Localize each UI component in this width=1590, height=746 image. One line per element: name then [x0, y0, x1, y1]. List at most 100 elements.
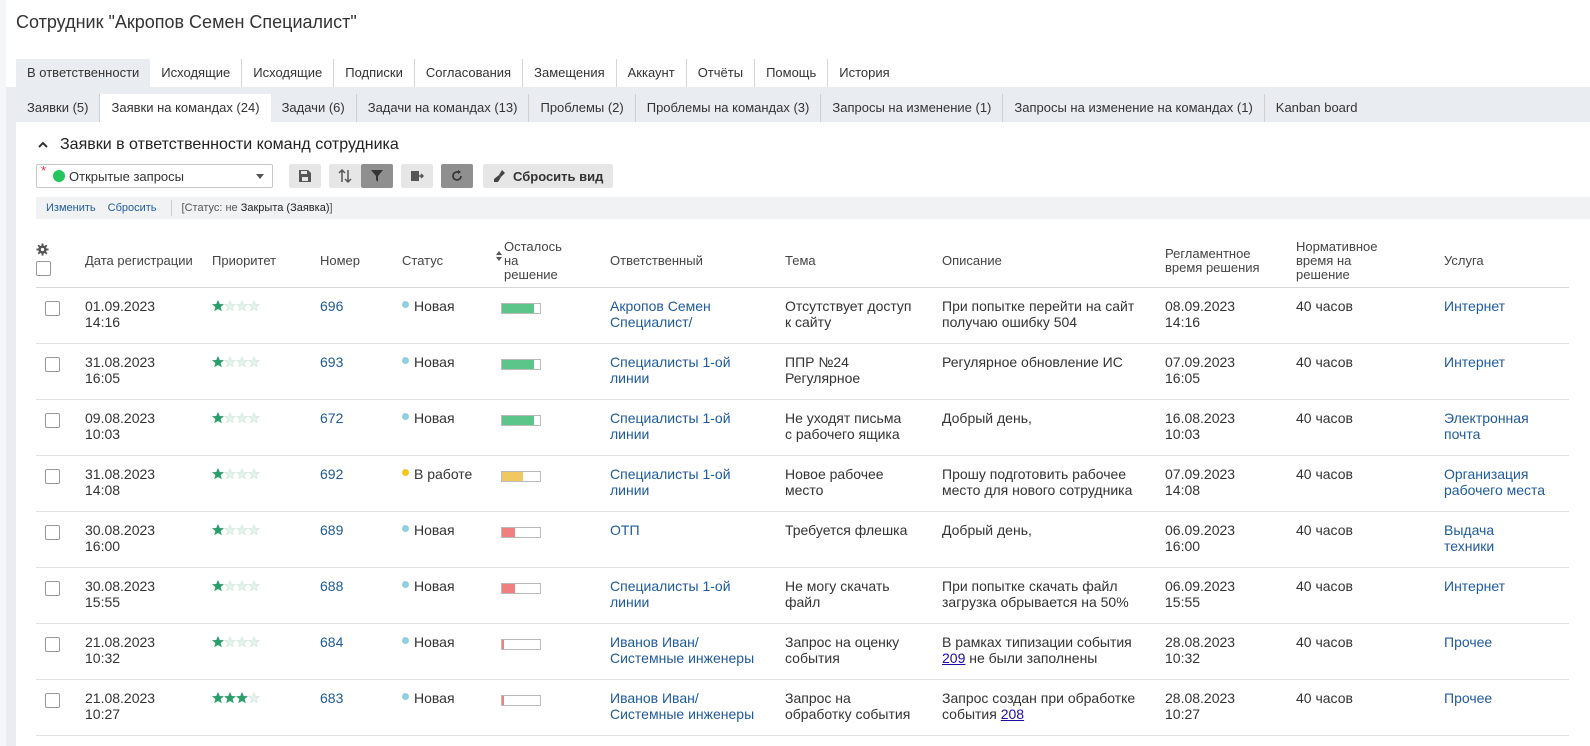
- tab-sub-8[interactable]: Kanban board: [1265, 94, 1369, 122]
- cell-select: [36, 623, 85, 680]
- row-checkbox[interactable]: [45, 300, 60, 316]
- filter-select[interactable]: * Открытые запросы: [36, 163, 273, 188]
- section-header[interactable]: Заявки в ответственности команд сотрудни…: [36, 136, 399, 154]
- request-number-link[interactable]: 684: [320, 634, 343, 650]
- responsible-link[interactable]: Специалисты 1-ой линии: [610, 466, 785, 498]
- description-prefix: события: [942, 705, 1001, 722]
- request-number-link[interactable]: 693: [320, 354, 343, 370]
- cell-number: 696: [320, 287, 402, 344]
- change-filter-link[interactable]: Изменить: [46, 202, 96, 214]
- subject-line-2: к сайту: [785, 313, 832, 330]
- cell-date: 30.08.2023 15:55: [85, 567, 212, 624]
- responsible-link[interactable]: Акропов Семен Специалист/: [610, 298, 785, 330]
- row-checkbox[interactable]: [45, 580, 60, 596]
- service-link[interactable]: Интернет: [1444, 578, 1569, 594]
- service-link[interactable]: Прочее: [1444, 690, 1569, 706]
- table-row[interactable]: 31.08.2023 14:08 692 В работе Специалисты 1-…: [36, 455, 1569, 512]
- tab-main-5[interactable]: Замещения: [523, 59, 617, 87]
- tab-main-0[interactable]: В ответственности: [16, 59, 151, 87]
- column-description[interactable]: Описание: [942, 235, 1165, 288]
- tab-sub-7[interactable]: Запросы на изменение на командах (1): [1003, 94, 1265, 122]
- tab-sub-1[interactable]: Заявки на командах (24): [100, 94, 271, 122]
- registration-time: 10:32: [85, 649, 121, 666]
- reset-filter-link[interactable]: Сбросить: [108, 202, 157, 214]
- row-checkbox[interactable]: [45, 412, 60, 428]
- responsible-link[interactable]: Специалисты 1-ой линии: [610, 578, 785, 610]
- row-checkbox[interactable]: [45, 468, 60, 484]
- star-empty-icon: [224, 523, 236, 535]
- responsible-link[interactable]: Специалисты 1-ой линии: [610, 354, 785, 386]
- tab-main-7[interactable]: Отчёты: [687, 59, 756, 87]
- tab-sub-0[interactable]: Заявки (5): [16, 94, 101, 122]
- responsible-link[interactable]: Иванов Иван/Системные инженеры: [610, 634, 785, 666]
- service-link[interactable]: Выдача техники: [1444, 522, 1569, 554]
- cell-norm: 40 часов: [1296, 679, 1444, 736]
- column-remaining[interactable]: Осталось на решение: [496, 235, 610, 288]
- refresh-button[interactable]: [441, 164, 473, 188]
- row-checkbox[interactable]: [45, 524, 60, 540]
- request-number-link[interactable]: 689: [320, 522, 343, 538]
- registration-date: 30.08.2023: [85, 577, 156, 594]
- service-link[interactable]: Интернет: [1444, 354, 1569, 370]
- cell-number: 693: [320, 343, 402, 400]
- column-norm[interactable]: Нормативное время на решение: [1296, 235, 1444, 288]
- tab-main-6[interactable]: Аккаунт: [617, 59, 687, 87]
- gear-icon[interactable]: [36, 243, 49, 256]
- time-remaining-fill: [502, 695, 504, 705]
- tab-main-4[interactable]: Согласования: [415, 59, 524, 87]
- column-number[interactable]: Номер: [320, 235, 402, 288]
- select-all-checkbox[interactable]: [36, 260, 51, 276]
- cell-subject: ППР №24 Регулярное: [785, 343, 942, 400]
- event-link[interactable]: 208: [1001, 706, 1024, 722]
- service-link[interactable]: Электронная почта: [1444, 410, 1569, 442]
- table-row[interactable]: 30.08.2023 15:55 688 Новая Специалисты 1-ой л…: [36, 567, 1569, 624]
- table-row[interactable]: 01.09.2023 14:16 696 Новая Акропов Семен Спец…: [36, 287, 1569, 344]
- responsible-link[interactable]: Иванов Иван/Системные инженеры: [610, 690, 785, 722]
- tab-main-1[interactable]: Исходящие: [150, 59, 243, 87]
- tab-main-3[interactable]: Подписки: [334, 59, 415, 87]
- service-link[interactable]: Прочее: [1444, 634, 1569, 650]
- row-checkbox[interactable]: [45, 692, 60, 708]
- filter-button[interactable]: [361, 164, 393, 188]
- responsible-link[interactable]: ОТП: [610, 522, 785, 538]
- deadline-time: 15:55: [1165, 593, 1201, 610]
- export-button[interactable]: [401, 164, 433, 188]
- tab-sub-2[interactable]: Задачи (6): [271, 94, 357, 122]
- request-number-link[interactable]: 672: [320, 410, 343, 426]
- row-checkbox[interactable]: [45, 356, 60, 372]
- column-subject[interactable]: Тема: [785, 235, 942, 288]
- chevron-up-icon[interactable]: [36, 138, 50, 152]
- column-priority[interactable]: Приоритет: [212, 235, 320, 288]
- event-link[interactable]: 209: [942, 650, 965, 666]
- request-number-link[interactable]: 696: [320, 298, 343, 314]
- column-deadline[interactable]: Регламентное время решения: [1165, 235, 1296, 288]
- table-row[interactable]: 30.08.2023 16:00 689 Новая ОТП Требуется флеш…: [36, 511, 1569, 568]
- request-number-link[interactable]: 688: [320, 578, 343, 594]
- status-label: В работе: [414, 465, 473, 482]
- responsible-link[interactable]: Специалисты 1-ой линии: [610, 410, 785, 442]
- tab-main-9[interactable]: История: [828, 59, 900, 87]
- reset-view-button[interactable]: Сбросить вид: [483, 164, 614, 188]
- service-link[interactable]: Организация рабочего места: [1444, 466, 1569, 498]
- time-remaining-fill: [502, 639, 504, 649]
- service-link[interactable]: Интернет: [1444, 298, 1569, 314]
- tab-sub-6[interactable]: Запросы на изменение (1): [821, 94, 1004, 122]
- table-row[interactable]: 31.08.2023 16:05 693 Новая Специалисты 1-ой л…: [36, 343, 1569, 400]
- column-date[interactable]: Дата регистрации: [85, 235, 212, 288]
- tab-main-8[interactable]: Помощь: [755, 59, 829, 87]
- tab-sub-3[interactable]: Задачи на командах (13): [357, 94, 530, 122]
- tab-sub-5[interactable]: Проблемы на командах (3): [636, 94, 822, 122]
- sort-button[interactable]: [329, 164, 361, 188]
- tab-main-2[interactable]: Исходящие: [242, 59, 335, 87]
- column-responsible[interactable]: Ответственный: [610, 235, 785, 288]
- save-view-button[interactable]: [289, 164, 321, 188]
- table-row[interactable]: 21.08.2023 10:32 684 Новая Иванов Иван/Систе…: [36, 623, 1569, 680]
- request-number-link[interactable]: 692: [320, 466, 343, 482]
- tab-sub-4[interactable]: Проблемы (2): [529, 94, 636, 122]
- column-status[interactable]: Статус: [402, 235, 496, 288]
- request-number-link[interactable]: 683: [320, 690, 343, 706]
- row-checkbox[interactable]: [45, 636, 60, 652]
- table-row[interactable]: 21.08.2023 10:27 683 Новая Иванов Иван/Систе…: [36, 679, 1569, 736]
- column-service[interactable]: Услуга: [1444, 235, 1569, 288]
- table-row[interactable]: 09.08.2023 10:03 672 Новая Специалисты 1-ой л…: [36, 399, 1569, 456]
